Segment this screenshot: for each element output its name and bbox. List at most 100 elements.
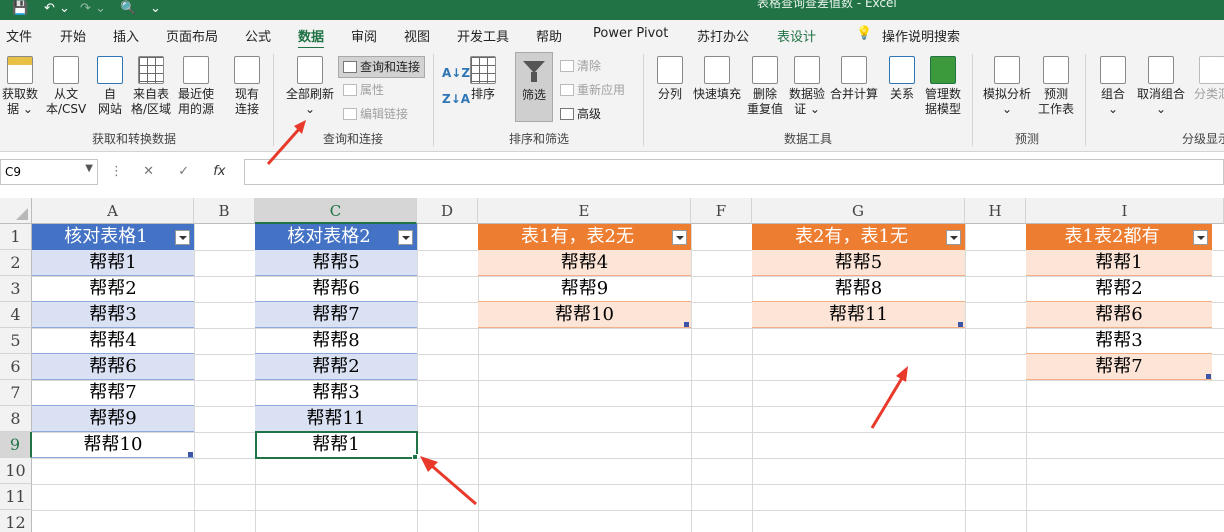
table-cell[interactable]: 帮帮7 xyxy=(1026,354,1212,380)
tab-developer[interactable]: 开发工具 xyxy=(457,26,509,45)
relationships-button[interactable]: 关系 xyxy=(889,56,915,102)
enter-icon[interactable]: ✓ xyxy=(178,164,189,179)
tab-insert[interactable]: 插入 xyxy=(113,26,139,45)
row-header-2[interactable]: 2 xyxy=(0,250,32,276)
table-cell[interactable]: 帮帮3 xyxy=(255,380,417,406)
existing-connections-button[interactable]: 现有 连接 xyxy=(234,56,260,117)
table-cell[interactable]: 帮帮2 xyxy=(255,354,417,380)
insert-function-icon[interactable]: fx xyxy=(213,164,225,179)
chevron-down-icon[interactable]: ▼ xyxy=(85,163,93,174)
tab-view[interactable]: 视图 xyxy=(404,26,430,45)
recent-sources-button[interactable]: 最近使 用的源 xyxy=(178,56,214,117)
table-cell[interactable]: 帮帮4 xyxy=(478,250,691,276)
formula-input[interactable] xyxy=(244,159,1224,185)
consolidate-button[interactable]: 合并计算 xyxy=(830,56,878,102)
table5-header[interactable]: 表1表2都有 xyxy=(1026,224,1212,250)
name-box[interactable]: C9 ▼ xyxy=(0,159,98,185)
forecast-sheet-button[interactable]: 预测 工作表 xyxy=(1038,56,1074,117)
table-cell[interactable]: 帮帮8 xyxy=(255,328,417,354)
tab-formulas[interactable]: 公式 xyxy=(245,26,271,45)
table-cell[interactable]: 帮帮3 xyxy=(32,302,194,328)
cancel-icon[interactable]: ✕ xyxy=(143,164,154,179)
row-header-10[interactable]: 10 xyxy=(0,458,32,484)
table-cell[interactable]: 帮帮7 xyxy=(32,380,194,406)
tell-me-search[interactable]: 操作说明搜索 xyxy=(882,26,960,45)
table-cell[interactable]: 帮帮10 xyxy=(478,302,691,328)
undo-icon[interactable]: ↶ ⌄ xyxy=(44,1,70,16)
customize-qa-icon[interactable]: ⌄ xyxy=(150,1,161,16)
table4-header[interactable]: 表2有，表1无 xyxy=(752,224,965,250)
subtotal-button[interactable]: 分类汇 xyxy=(1194,56,1224,102)
column-header-i[interactable]: I xyxy=(1026,198,1224,224)
fill-handle[interactable] xyxy=(412,454,418,460)
column-header-h[interactable]: H xyxy=(965,198,1026,224)
tab-help[interactable]: 帮助 xyxy=(536,26,562,45)
filter-dropdown-icon[interactable] xyxy=(175,230,190,245)
table-resize-handle[interactable] xyxy=(1206,374,1211,379)
tab-page-layout[interactable]: 页面布局 xyxy=(166,26,218,45)
table-cell[interactable]: 帮帮2 xyxy=(32,276,194,302)
row-header-7[interactable]: 7 xyxy=(0,380,32,406)
data-validation-button[interactable]: 数据验 证 ⌄ xyxy=(789,56,825,117)
column-header-f[interactable]: F xyxy=(691,198,752,224)
text-to-columns-button[interactable]: 分列 xyxy=(657,56,683,102)
filter-dropdown-icon[interactable] xyxy=(1193,230,1208,245)
table-resize-handle[interactable] xyxy=(684,322,689,327)
row-header-6[interactable]: 6 xyxy=(0,354,32,380)
queries-connections-button[interactable]: 查询和连接 xyxy=(338,56,426,78)
filter-dropdown-icon[interactable] xyxy=(398,230,413,245)
table-cell[interactable]: 帮帮5 xyxy=(752,250,965,276)
table-cell[interactable]: 帮帮10 xyxy=(32,432,194,458)
column-header-b[interactable]: B xyxy=(194,198,255,224)
table-cell[interactable]: 帮帮6 xyxy=(1026,302,1212,328)
row-header-1[interactable]: 1 xyxy=(0,224,32,250)
filter-dropdown-icon[interactable] xyxy=(946,230,961,245)
table-cell[interactable]: 帮帮11 xyxy=(752,302,965,328)
table-cell[interactable]: 帮帮4 xyxy=(32,328,194,354)
edit-links-button[interactable]: 编辑链接 xyxy=(343,104,408,124)
table-resize-handle[interactable] xyxy=(958,322,963,327)
print-preview-icon[interactable]: 🔍 xyxy=(120,1,136,16)
column-header-c[interactable]: C xyxy=(255,198,417,224)
column-header-d[interactable]: D xyxy=(417,198,478,224)
tab-review[interactable]: 审阅 xyxy=(351,26,377,45)
table-cell[interactable]: 帮帮1 xyxy=(1026,250,1212,276)
reapply-button[interactable]: 重新应用 xyxy=(560,80,625,100)
column-header-g[interactable]: G xyxy=(752,198,965,224)
properties-button[interactable]: 属性 xyxy=(343,80,384,100)
clear-button[interactable]: 清除 xyxy=(560,56,601,76)
ungroup-button[interactable]: 取消组合 ⌄ xyxy=(1137,56,1185,117)
column-header-a[interactable]: A xyxy=(32,198,194,224)
refresh-all-button[interactable]: 全部刷新 ⌄ xyxy=(286,56,334,117)
table-resize-handle[interactable] xyxy=(188,452,193,457)
tab-home[interactable]: 开始 xyxy=(60,26,86,45)
row-header-3[interactable]: 3 xyxy=(0,276,32,302)
row-header-9[interactable]: 9 xyxy=(0,432,32,458)
save-icon[interactable]: 💾 xyxy=(12,1,28,16)
table1-header[interactable]: 核对表格1 xyxy=(32,224,194,250)
table-cell[interactable]: 帮帮3 xyxy=(1026,328,1212,354)
table-cell[interactable]: 帮帮8 xyxy=(752,276,965,302)
worksheet-grid[interactable]: A B C D E F G H I 1 2 3 4 5 6 7 8 9 10 1… xyxy=(0,198,1224,532)
table3-header[interactable]: 表1有，表2无 xyxy=(478,224,691,250)
table-cell[interactable]: 帮帮5 xyxy=(255,250,417,276)
table-cell[interactable]: 帮帮11 xyxy=(255,406,417,432)
table-cell[interactable]: 帮帮1 xyxy=(32,250,194,276)
tab-file[interactable]: 文件 xyxy=(6,26,32,45)
redo-icon[interactable]: ↷ ⌄ xyxy=(80,1,106,16)
row-header-5[interactable]: 5 xyxy=(0,328,32,354)
table-cell[interactable]: 帮帮9 xyxy=(32,406,194,432)
sort-button[interactable]: 排序 xyxy=(470,56,496,102)
flash-fill-button[interactable]: 快速填充 xyxy=(693,56,741,102)
filter-button[interactable]: 筛选 xyxy=(515,52,553,122)
tab-power-pivot[interactable]: Power Pivot xyxy=(593,26,668,41)
tab-table-design[interactable]: 表设计 xyxy=(777,26,816,45)
table-cell[interactable]: 帮帮9 xyxy=(478,276,691,302)
table-cell[interactable]: 帮帮7 xyxy=(255,302,417,328)
advanced-button[interactable]: 高级 xyxy=(560,104,601,124)
get-data-button[interactable]: 获取数 据 ⌄ xyxy=(2,56,38,117)
from-text-csv-button[interactable]: 从文 本/CSV xyxy=(46,56,86,117)
select-all-button[interactable] xyxy=(0,198,32,224)
what-if-analysis-button[interactable]: 模拟分析 ⌄ xyxy=(983,56,1031,117)
tab-suda[interactable]: 苏打办公 xyxy=(697,26,749,45)
